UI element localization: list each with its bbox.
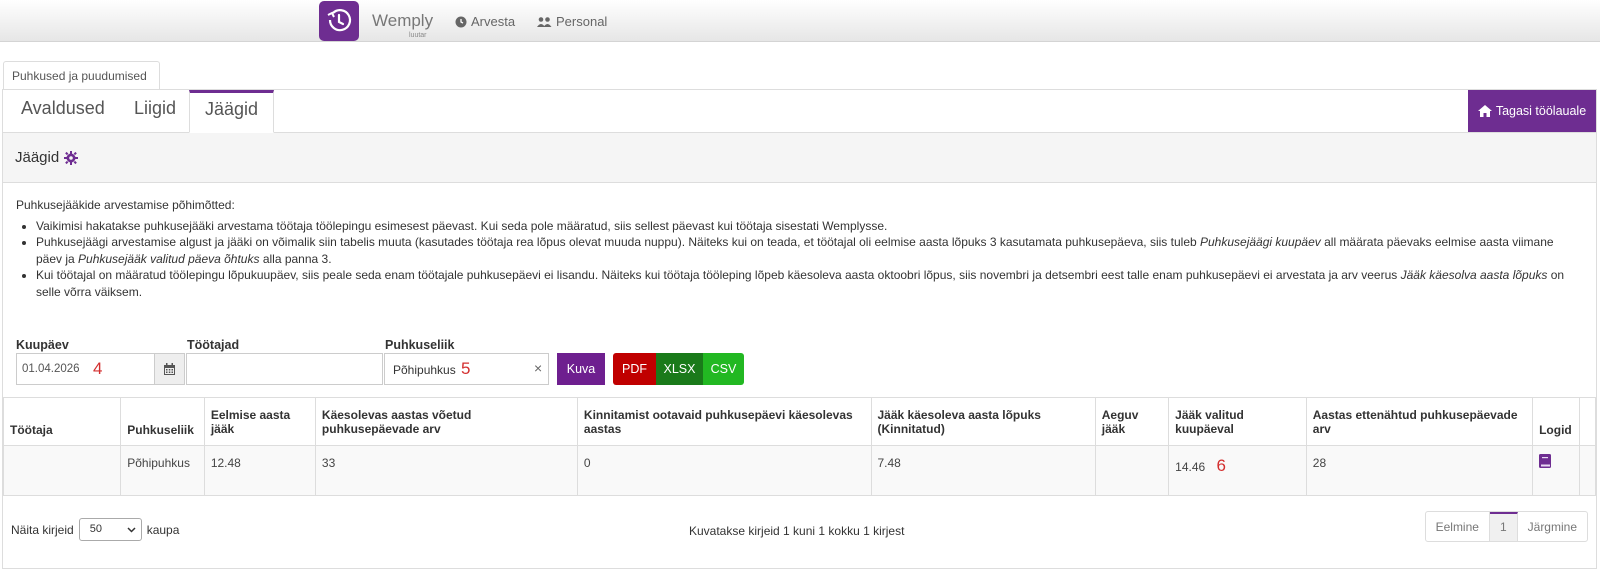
column-header[interactable]: Jääk valitud kuupäeval [1168,397,1307,446]
column-header[interactable]: Aastas ettenähtud puhkusepäevade arv [1305,397,1534,446]
users-icon [537,16,552,27]
csv-button[interactable]: CSV [703,353,744,385]
cell-pending: 0 [576,445,872,496]
calendar-button[interactable] [154,353,185,385]
description-item: Puhkusejäägi arvestamise algust ja jääki… [36,234,1576,267]
column-header[interactable]: Puhkuseliik [120,397,205,446]
tabs-row: Avaldused Liigid Jäägid Tagasi töölauale [3,90,1596,133]
page-size-value: 50 [89,523,102,535]
description-item: Kui töötajal on määratud töölepingu lõpu… [36,267,1576,300]
panel-title: Jäägid [15,149,79,166]
cell-taken: 33 [314,445,578,496]
page-1-button[interactable]: 1 [1489,512,1518,541]
table-header-row: Töötaja Puhkuseliik Eelmise aasta jääk K… [2,397,1597,446]
book-icon[interactable] [1539,454,1552,468]
prev-page-button[interactable]: Eelmine [1426,512,1490,541]
cell-type: Põhipuhkus [120,445,205,496]
xlsx-button[interactable]: XLSX [656,353,703,385]
table-row: Põhipuhkus 12.48 33 0 7.48 14.46 6 28 [2,445,1597,496]
show-label: Näita kirjeid [11,522,74,537]
text-em: Puhkusejääk valitud päeva õhtuks [78,251,260,266]
date-input[interactable]: 01.04.2026 [16,353,155,385]
pdf-button[interactable]: PDF [613,353,656,385]
nav-link-personal[interactable]: Personal [537,14,607,29]
page-size-select[interactable]: 50 [78,518,142,541]
column-header[interactable]: Käesolevas aastas võetud puhkusepäevade … [314,397,578,446]
description: Puhkusejääkide arvestamise põhimõtted: V… [16,197,1576,300]
description-list: Vaikimisi hakatakse puhkusejääki arvesta… [16,218,1576,301]
annotation-number: 4 [93,359,103,378]
column-header-empty [1578,397,1597,446]
employees-input[interactable] [186,353,383,385]
records-info: Kuvatakse kirjeid 1 kuni 1 kokku 1 kirje… [689,524,905,538]
main-panel: Avaldused Liigid Jäägid Tagasi töölauale… [2,89,1597,569]
home-button-label: Tagasi töölauale [1495,104,1587,118]
text-em: Jääk käesolva aasta lõpuks [1400,268,1548,282]
chevron-down-icon [127,527,136,533]
clock-history-icon [327,9,352,32]
balances-table: Töötaja Puhkuseliik Eelmise aasta jääk K… [2,397,1597,496]
annotation-number: 5 [461,359,471,378]
tab-avaldused[interactable]: Avaldused [21,98,105,119]
cell-expiring [1094,445,1170,496]
nav-link-arvesta[interactable]: Arvesta [455,14,515,29]
logo[interactable] [319,1,359,41]
clear-icon[interactable]: × [534,360,542,376]
cell-logs [1532,445,1580,496]
cell-selected-date: 14.46 6 [1168,445,1307,496]
tab-liigid[interactable]: Liigid [134,98,176,119]
home-button[interactable]: Tagasi töölauale [1468,90,1596,132]
cell-annual: 28 [1305,445,1534,496]
calendar-icon [164,363,175,375]
cell-employee [2,445,122,496]
column-header[interactable]: Kinnitamist ootavaid puhkusepäevi käesol… [576,397,872,446]
type-value: Põhipuhkus [393,363,456,377]
page-size-control: Näita kirjeid 50 kaupa [11,518,179,541]
date-value: 01.04.2026 [22,363,80,375]
nav-link-label: Arvesta [471,14,516,29]
nav-link-label: Personal [556,14,608,29]
employees-label: Töötajad [187,338,240,352]
cell-year-end: 7.48 [870,445,1096,496]
clock-icon [455,16,467,27]
description-item: Vaikimisi hakatakse puhkusejääki arvesta… [36,218,1576,235]
column-header[interactable]: Töötaja [2,397,122,446]
pagination: Eelmine 1 Järgmine [1424,511,1588,542]
column-header[interactable]: Logid [1532,397,1580,446]
brand-name[interactable]: Wemply [372,11,433,31]
column-header[interactable]: Jääk käesoleva aasta lõpuks (Kinnitatud) [870,397,1096,446]
gear-icon[interactable] [64,150,79,165]
text: Kui töötajal on määratud töölepingu lõpu… [36,268,1401,282]
home-icon [1477,105,1492,117]
date-label: Kuupäev [16,338,69,352]
text: alla panna 3. [259,251,332,266]
show-button[interactable]: Kuva [557,353,605,385]
per-label: kaupa [146,522,180,537]
annotation-number: 6 [1216,456,1226,475]
panel-title-text: Jäägid [15,149,60,166]
column-header[interactable]: Eelmise aasta jääk [203,397,316,446]
tab-puhkused[interactable]: Puhkused ja puudumised [3,61,160,90]
text-em: Puhkusejäägi kuupäev [1200,235,1321,249]
brand-subtitle: luutar [409,32,427,39]
selected-date-value: 14.46 [1175,460,1206,474]
text: Puhkusejäägi arvestamise algust ja jääki… [36,235,1200,249]
cell-prev-balance: 12.48 [203,445,316,496]
tab-jaagid[interactable]: Jäägid [189,90,275,133]
cell-empty [1578,445,1597,496]
panel-header: Jäägid [3,133,1596,183]
top-navbar: Wemply luutar Arvesta Personal [0,0,1600,42]
type-label: Puhkuseliik [385,338,455,352]
next-page-button[interactable]: Järgmine [1518,512,1587,541]
column-header[interactable]: Aeguv jääk [1094,397,1170,446]
description-intro: Puhkusejääkide arvestamise põhimõtted: [16,198,235,212]
